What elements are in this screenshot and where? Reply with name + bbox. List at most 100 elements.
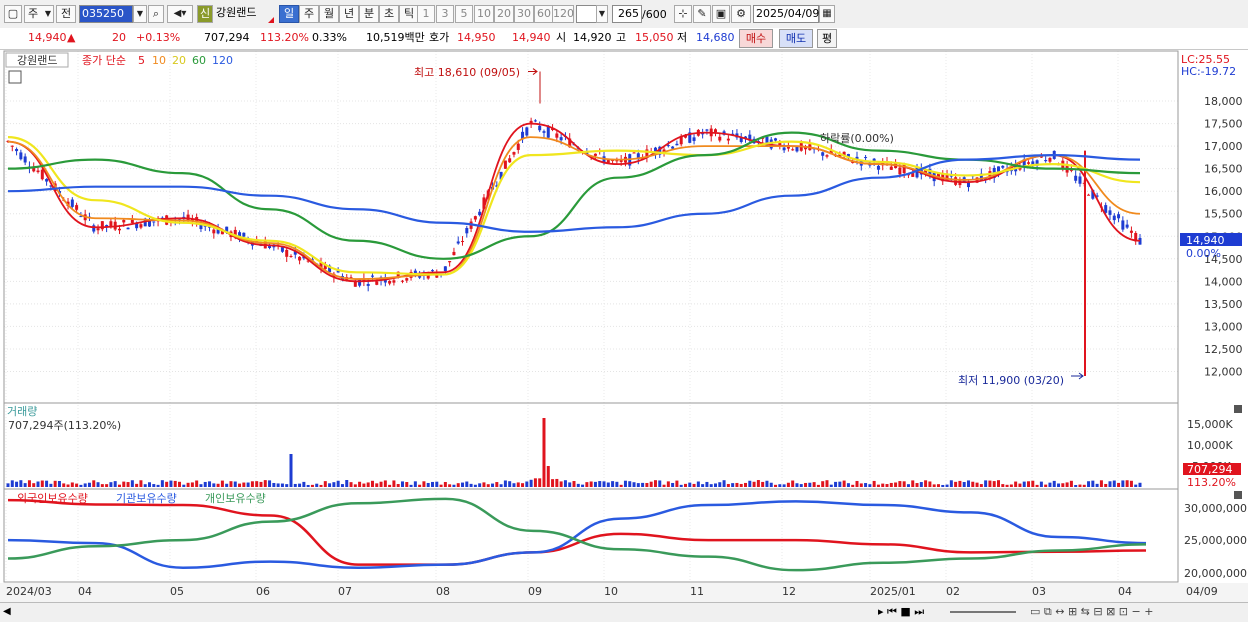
code-dropdown-icon[interactable]: ▼ <box>133 5 147 23</box>
volume-bar <box>885 484 889 487</box>
candle-body <box>126 227 130 230</box>
count-input[interactable]: 265 <box>612 5 642 23</box>
prev-button[interactable]: 전 <box>56 5 76 23</box>
candle-body <box>666 145 670 147</box>
count-total: /600 <box>642 8 667 21</box>
price-axis-label: 16,500 <box>1204 163 1243 176</box>
volume-close-icon[interactable] <box>1234 405 1242 413</box>
volume-bar <box>383 480 387 487</box>
interval-20[interactable]: 20 <box>494 5 514 23</box>
volume-bar <box>1018 483 1022 487</box>
stock-code-input[interactable]: 035250 <box>79 5 133 23</box>
stock-chart[interactable]: 강원랜드 종가 단순 5 10 20 60 120 최고 18,610 (09/… <box>0 50 1248 602</box>
view-tools[interactable]: ▭ ⧉ ↔ ⊞ ⇆ ⊟ ⊠ ⊡ − + <box>1030 605 1153 619</box>
holdings-close-icon[interactable] <box>1234 491 1242 499</box>
volume-bar <box>208 481 212 487</box>
volume-bar <box>345 480 349 487</box>
interval-30[interactable]: 30 <box>514 5 534 23</box>
volume-bar <box>422 481 426 487</box>
candle-body <box>370 275 374 277</box>
volume-bar <box>1039 481 1043 487</box>
candle-body <box>431 270 434 272</box>
volume-tag-pct: 113.20% <box>1187 476 1236 489</box>
volume-bar <box>15 481 19 487</box>
price-axis-label: 13,000 <box>1204 320 1243 333</box>
calendar-icon[interactable]: ▦ <box>819 5 835 23</box>
volume-bar <box>1129 480 1133 487</box>
tab-tick[interactable]: 틱 <box>399 5 419 23</box>
interval-dropdown-icon[interactable]: ▼ <box>596 5 608 23</box>
tab-second[interactable]: 초 <box>379 5 399 23</box>
volume-bar <box>259 481 263 487</box>
volume-bar <box>6 483 10 487</box>
eval-button[interactable]: 평 <box>817 29 837 48</box>
volume-bar <box>525 481 529 487</box>
volume-bar <box>881 483 885 487</box>
gear-icon[interactable]: ⚙ <box>731 5 751 23</box>
price-axis-label: 15,500 <box>1204 208 1243 221</box>
date-input[interactable]: 2025/04/09 <box>753 5 819 23</box>
interval-120[interactable]: 120 <box>552 5 574 23</box>
crosshair-icon[interactable]: ⊹ <box>674 5 692 23</box>
volume-bar <box>838 481 842 487</box>
volume-bar <box>1022 481 1026 487</box>
volume-bar <box>36 481 40 487</box>
tab-year[interactable]: 년 <box>339 5 359 23</box>
tab-week[interactable]: 주 <box>299 5 319 23</box>
scroll-left-icon[interactable]: ◀ <box>3 606 11 617</box>
tab-month[interactable]: 월 <box>319 5 339 23</box>
interval-60[interactable]: 60 <box>534 5 554 23</box>
volume-bar <box>473 484 477 487</box>
candle-body <box>525 127 529 136</box>
candle-body <box>452 251 456 256</box>
volume-bar <box>143 484 147 487</box>
speaker-icon[interactable]: ◀▾ <box>167 5 193 23</box>
volume-bar <box>1125 480 1129 487</box>
buy-button[interactable]: 매수 <box>739 29 773 48</box>
volume-bar <box>62 483 66 487</box>
candle-body <box>1129 230 1133 233</box>
volume-bar <box>1138 482 1142 487</box>
interval-5[interactable]: 5 <box>455 5 473 23</box>
candle-body <box>1078 176 1082 184</box>
tab-minute[interactable]: 분 <box>359 5 379 23</box>
volume-bar <box>1052 480 1056 487</box>
volume-bar <box>100 484 104 487</box>
period-select[interactable]: 주 ▼ <box>24 5 54 23</box>
interval-1[interactable]: 1 <box>417 5 435 23</box>
window-icon[interactable]: ▢ <box>4 5 22 23</box>
volume-bar <box>714 483 717 487</box>
volume-bar <box>315 483 319 487</box>
bottom-scrollbar[interactable]: ◀ ▸ ⏮ ■ ⏭ ▭ ⧉ ↔ ⊞ ⇆ ⊟ ⊠ ⊡ − + <box>0 602 1248 622</box>
x-axis-label: 12 <box>782 585 796 598</box>
candle-body <box>298 256 302 261</box>
volume-bar <box>173 480 177 487</box>
save-icon[interactable]: ▣ <box>712 5 730 23</box>
candle-body <box>461 240 465 242</box>
x-axis-label: 10 <box>604 585 618 598</box>
volume-bar <box>859 483 863 487</box>
candle-body <box>538 125 542 131</box>
x-axis-label: 08 <box>436 585 450 598</box>
x-axis-label: 03 <box>1032 585 1046 598</box>
legend-stock-name: 강원랜드 <box>17 54 57 67</box>
tab-day[interactable]: 일 <box>279 5 299 23</box>
volume-bar <box>1099 480 1103 487</box>
volume-bar <box>139 480 143 487</box>
bid1: 14,950 <box>457 31 496 44</box>
interval-10[interactable]: 10 <box>474 5 494 23</box>
candle-body <box>902 163 906 174</box>
volume-bar <box>165 481 169 487</box>
candle-body <box>289 256 293 258</box>
volume-bar <box>623 480 627 487</box>
zoom-slider[interactable] <box>950 611 1016 613</box>
search-icon[interactable]: ⌕ <box>148 5 164 23</box>
sell-button[interactable]: 매도 <box>779 29 813 48</box>
scroll-controls[interactable]: ▸ ⏮ ■ ⏭ <box>878 605 924 619</box>
interval-3[interactable]: 3 <box>436 5 454 23</box>
individual-label: 개인보유수량 <box>205 492 266 505</box>
volume-bar <box>96 482 100 487</box>
candle-body <box>413 270 417 274</box>
grid-toggle-icon[interactable] <box>8 70 22 84</box>
draw-tool-icon[interactable]: ✎ <box>693 5 711 23</box>
